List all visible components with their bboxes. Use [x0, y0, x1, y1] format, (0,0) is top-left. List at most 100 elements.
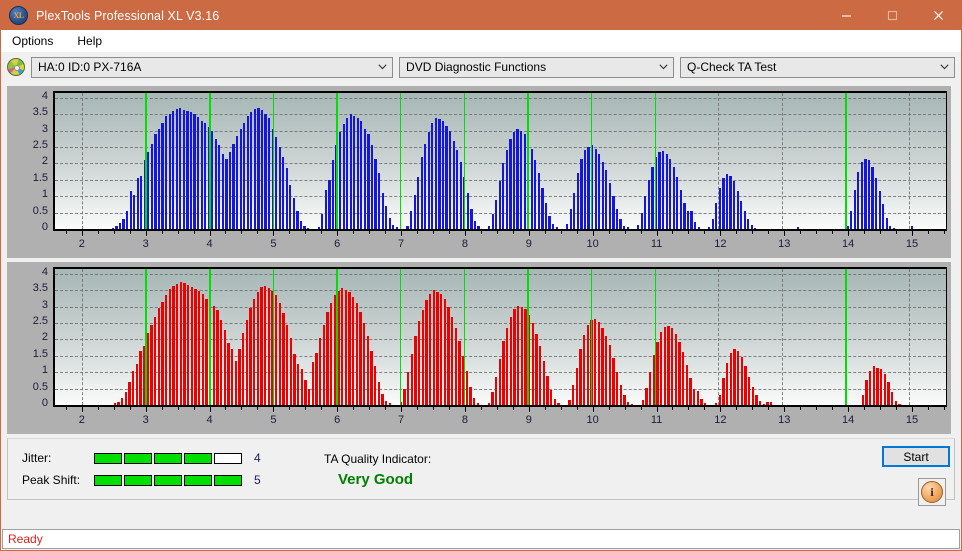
chart-bar	[456, 150, 459, 229]
chart-bar	[200, 120, 203, 229]
menu-options[interactable]: Options	[9, 32, 56, 50]
y-axis-label: 4	[41, 265, 48, 278]
chart-bar	[436, 291, 439, 405]
chart-bar	[648, 371, 652, 405]
chart-bar	[517, 306, 520, 405]
chart-bar	[282, 156, 285, 229]
chart-bar	[113, 403, 116, 405]
y-axis-label: 4	[41, 89, 48, 102]
chart-bar	[523, 133, 526, 229]
chart-bar	[260, 287, 263, 405]
x-axis-tick	[816, 407, 818, 410]
x-axis-tick	[608, 407, 610, 410]
start-button[interactable]: Start	[882, 446, 950, 467]
x-axis-label: 7	[398, 414, 405, 426]
chart-bar	[530, 148, 533, 229]
chart-bar	[722, 178, 725, 229]
chart-bar	[850, 210, 853, 229]
close-icon[interactable]	[915, 1, 961, 30]
chart-bar	[766, 402, 769, 405]
chart-bar	[360, 120, 363, 229]
x-axis-tick	[417, 407, 419, 410]
meter-segment	[184, 452, 212, 464]
chart-bar	[700, 399, 703, 405]
chart-bar	[243, 122, 246, 229]
x-axis-label: 5	[270, 238, 277, 250]
chart-bar	[725, 173, 729, 229]
chart-bar	[434, 117, 438, 229]
chart-bar	[495, 199, 498, 229]
x-axis-label: 15	[905, 238, 919, 250]
chart-bar	[429, 293, 432, 405]
chart-bar	[671, 328, 674, 405]
chart-bar	[253, 298, 256, 405]
chart-bar	[363, 323, 366, 405]
window-controls	[823, 1, 961, 30]
chart-bar	[157, 129, 161, 229]
chart-bar	[250, 111, 253, 229]
chart-bar	[459, 161, 462, 229]
x-axis-tick	[544, 231, 546, 234]
chart-bar	[885, 217, 888, 229]
y-axis-label: 1	[41, 188, 48, 201]
chart-bar	[491, 391, 494, 405]
position-marker	[845, 93, 847, 229]
x-axis-tick	[943, 407, 945, 410]
chart-bar	[214, 138, 217, 229]
chart-bar	[154, 316, 157, 405]
x-axis-tick	[895, 231, 897, 234]
chart-bar	[179, 108, 182, 229]
x-axis-label: 4	[206, 414, 213, 426]
optical-disc-icon	[7, 58, 25, 76]
x-axis-tick	[448, 231, 450, 234]
test-select[interactable]: Q-Check TA Test	[680, 56, 955, 78]
chart-bar	[569, 209, 572, 229]
chart-bar	[910, 225, 913, 229]
chart-bar	[539, 346, 542, 405]
chart-bar	[509, 138, 512, 229]
peak-shift-meter	[94, 474, 242, 486]
chart-bar	[286, 324, 289, 405]
info-button[interactable]: i	[918, 478, 946, 506]
chart-bar	[253, 109, 256, 229]
peak-shift-chart-y-axis: 0 0.5 1 1.5 2 2.5 3 3.5 4	[11, 265, 53, 409]
chart-bar	[150, 143, 154, 229]
x-axis-tick	[640, 407, 642, 410]
minimize-icon[interactable]	[823, 1, 869, 30]
chart-bar	[555, 227, 558, 229]
peak-shift-chart-plot	[53, 267, 947, 407]
chart-bar	[392, 225, 395, 229]
chart-bar	[322, 324, 325, 405]
chart-bar	[667, 325, 670, 405]
chart-bar	[692, 388, 696, 405]
chart-bar	[147, 152, 150, 229]
y-axis-label: 2	[41, 331, 48, 344]
jitter-chart-panel: 0 0.5 1 1.5 2 2.5 3 3.5 4 2 3 4 5 6 7 8 9 10 11 12 13 14 15	[7, 86, 951, 258]
x-axis-tick	[768, 231, 770, 234]
chart-bar	[651, 166, 654, 229]
maximize-icon[interactable]	[869, 1, 915, 30]
drive-select[interactable]: HA:0 ID:0 PX-716A	[31, 56, 394, 78]
menu-help[interactable]: Help	[74, 32, 105, 50]
function-select[interactable]: DVD Diagnostic Functions	[399, 56, 675, 78]
chart-bar	[264, 114, 267, 229]
chart-bar	[872, 366, 875, 405]
chart-bar	[718, 188, 721, 229]
jitter-label: Jitter:	[22, 451, 52, 465]
chart-bar	[378, 173, 381, 229]
chart-bar	[575, 368, 578, 405]
position-marker	[272, 93, 275, 229]
chart-bar	[882, 204, 885, 229]
chart-bar	[875, 178, 878, 229]
x-axis-tick	[895, 407, 897, 410]
position-marker	[590, 269, 593, 405]
chart-bar	[223, 329, 226, 405]
x-axis-tick	[880, 407, 882, 410]
chart-bar	[427, 132, 430, 229]
function-select-value: DVD Diagnostic Functions	[406, 60, 547, 74]
chart-bar	[506, 328, 509, 405]
chart-bar	[256, 291, 259, 405]
position-marker	[463, 93, 466, 229]
chart-bar	[502, 341, 505, 405]
x-axis-tick	[640, 231, 642, 234]
